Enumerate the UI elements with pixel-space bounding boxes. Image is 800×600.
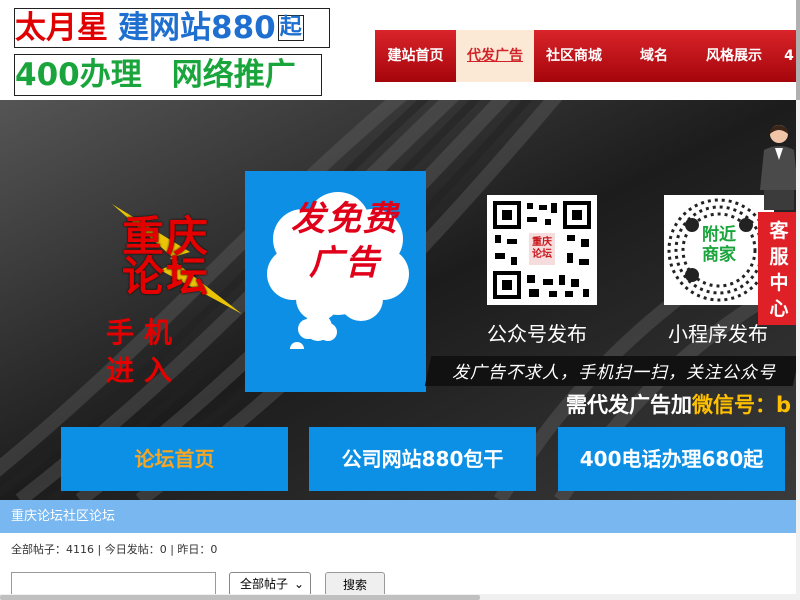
vertical-scrollbar[interactable] [796,0,800,600]
service-agent-icon [760,125,798,210]
kefu-char-1: 客 [769,220,789,242]
horizontal-scrollbar-thumb[interactable] [0,595,480,600]
post-filter-select[interactable]: 全部帖子 ⌄ [229,572,311,596]
company-website-button[interactable]: 公司网站880包干 [309,427,536,491]
customer-service-float[interactable]: 客 服 中 心 [758,120,800,325]
qr2-center-logo: 附近 商家 [697,225,741,265]
wechat-prefix: 需代发广告加 [566,393,692,417]
post-stats: 全部帖子：4116 | 今日发帖：0 | 昨日：0 [11,543,218,556]
qr1-center-logo: 重庆论坛 [532,237,552,260]
nav-item-home[interactable]: 建站首页 [375,30,456,82]
wechat-contact: 需代发广告加微信号：b [566,389,791,419]
kefu-char-2: 服 [769,246,789,268]
logo-line2-b: 网络推广 [171,57,296,93]
banner-slogan: 发广告不求人，手机扫一扫，关注公众号 [452,363,776,383]
mobile-text-line2: 进入 [106,354,183,387]
community-section-title: 重庆论坛社区论坛 [0,500,796,533]
kefu-char-3: 中 [769,272,789,294]
mobile-text-line1: 手机 [106,316,183,349]
chevron-down-icon: ⌄ [293,577,304,591]
horizontal-scrollbar[interactable] [0,594,796,600]
kefu-char-4: 心 [769,298,789,320]
nav-item-domain[interactable]: 域名 [614,30,694,82]
qr2-center-line1: 附近 [702,225,736,245]
main-nav: 建站首页 代发广告 社区商城 域名 风格展示 4 [375,30,800,82]
logo-qi: 起 [277,15,304,41]
promo-banner: 重庆 论坛 手机 进入 发免费 广告 重庆论坛 公众号发布 附近 商家 小程序发… [0,100,796,500]
free-ad-text-line1: 发免费 [291,199,399,239]
qr2-center-line2: 商家 [702,245,736,265]
site-logo-line2[interactable]: 400办理 网络推广 [14,54,322,96]
post-filter-value: 全部帖子 [240,577,289,591]
banner-button-row: 论坛首页 公司网站880包干 400电话办理680起 [61,427,796,491]
forum-title-line2: 论坛 [122,252,211,301]
mobile-entry-text[interactable]: 手机 进入 [106,314,182,390]
mini-program-label: 小程序发布 [668,322,768,346]
nav-item-post-ad[interactable]: 代发广告 [456,30,534,82]
logo-service: 建网站880 [118,10,276,46]
free-ad-card[interactable]: 发免费 广告 [245,171,426,392]
wechat-id: 微信号：b [692,393,792,417]
free-ad-text: 发免费 广告 [285,197,405,285]
nav-item-mall[interactable]: 社区商城 [534,30,614,82]
400-phone-button[interactable]: 400电话办理680起 [558,427,785,491]
logo-line2-a: 400办理 [15,57,142,93]
forum-title-line1: 重庆 [122,212,211,261]
vertical-scrollbar-thumb[interactable] [796,0,800,100]
free-ad-text-line2: 广告 [309,243,381,283]
nav-item-styles[interactable]: 风格展示 [694,30,774,82]
page: 太月星 建网站880 起 400办理 网络推广 建站首页 代发广告 社区商城 域名 风… [0,0,800,600]
official-account-qr-code: 重庆论坛 [487,195,597,305]
forum-logo-title: 重庆 论坛 [122,212,211,301]
customer-service-tab[interactable]: 客 服 中 心 [758,212,800,325]
site-logo-line1[interactable]: 太月星 建网站880 起 [14,8,330,48]
forum-home-button[interactable]: 论坛首页 [61,427,288,491]
logo-brand: 太月星 [15,10,108,46]
official-account-label: 公众号发布 [487,322,587,346]
